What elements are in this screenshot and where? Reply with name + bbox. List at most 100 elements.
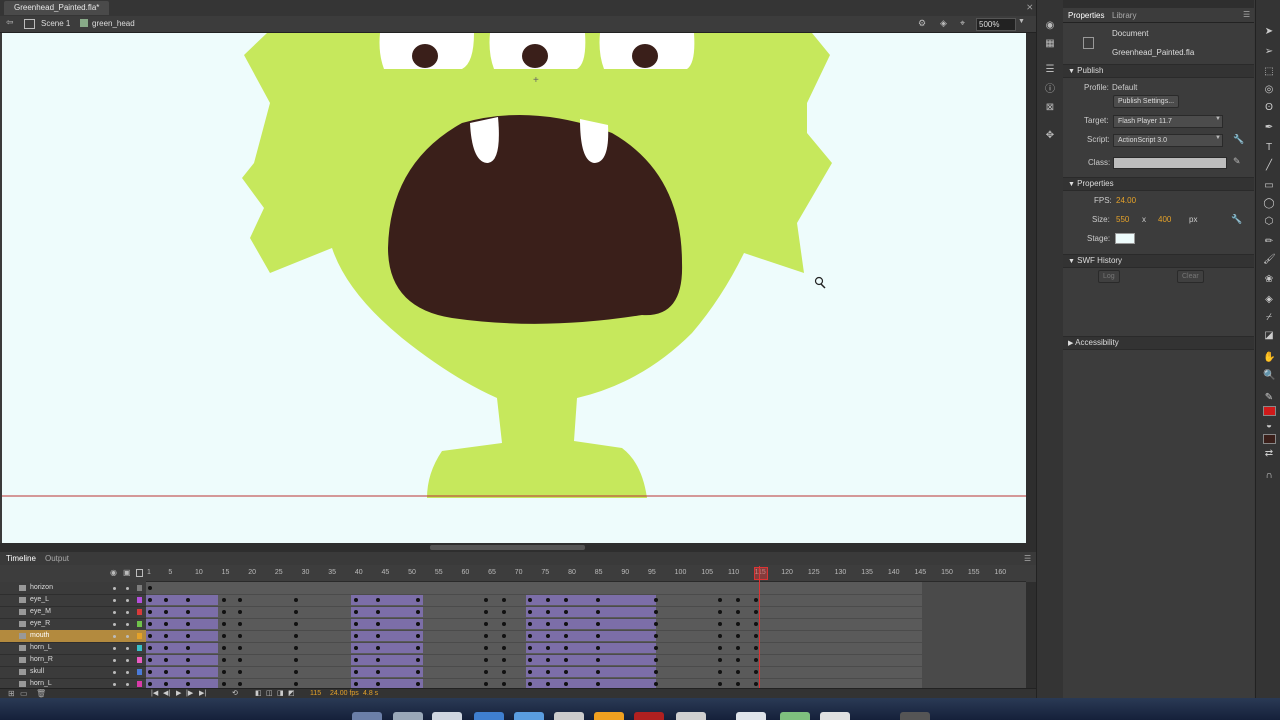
- keyframe[interactable]: [546, 610, 550, 614]
- layer-lock-toggle[interactable]: [126, 647, 129, 650]
- text-tool-icon[interactable]: T: [1263, 142, 1275, 154]
- keyframe[interactable]: [416, 670, 420, 674]
- keyframe[interactable]: [238, 658, 242, 662]
- keyframe[interactable]: [596, 646, 600, 650]
- dock-icon-finder[interactable]: [352, 712, 382, 720]
- stroke-color-icon[interactable]: ✎: [1263, 392, 1275, 404]
- keyframe[interactable]: [546, 598, 550, 602]
- keyframe[interactable]: [186, 646, 190, 650]
- chevron-down-icon[interactable]: ▼: [1215, 116, 1221, 122]
- layer-visibility-toggle[interactable]: [113, 611, 116, 614]
- keyframe[interactable]: [736, 646, 740, 650]
- keyframe[interactable]: [484, 670, 488, 674]
- 3d-rotation-tool-icon[interactable]: ◎: [1263, 84, 1275, 96]
- keyframe[interactable]: [528, 646, 532, 650]
- tween-span[interactable]: [146, 655, 218, 665]
- polystar-tool-icon[interactable]: ⬡: [1263, 216, 1275, 228]
- tween-span[interactable]: [146, 595, 218, 605]
- keyframe[interactable]: [222, 622, 226, 626]
- keyframe[interactable]: [528, 670, 532, 674]
- keyframe[interactable]: [564, 670, 568, 674]
- keyframe[interactable]: [484, 598, 488, 602]
- script-select[interactable]: ActionScript 3.0: [1113, 134, 1223, 147]
- keyframe[interactable]: [222, 646, 226, 650]
- keyframe[interactable]: [164, 658, 168, 662]
- playhead[interactable]: [759, 566, 760, 688]
- keyframe[interactable]: [502, 682, 506, 686]
- line-tool-icon[interactable]: ╱: [1263, 160, 1275, 172]
- keyframe[interactable]: [718, 646, 722, 650]
- keyframe[interactable]: [528, 658, 532, 662]
- keyframe[interactable]: [376, 682, 380, 686]
- lasso-tool-icon[interactable]: ʘ: [1263, 102, 1275, 114]
- outline-icon[interactable]: [136, 569, 143, 577]
- layer-color-swatch[interactable]: [137, 597, 142, 603]
- keyframe[interactable]: [596, 658, 600, 662]
- tween-span[interactable]: [146, 631, 218, 641]
- layer-lock-toggle[interactable]: [126, 683, 129, 686]
- fps-value[interactable]: 24.00: [1116, 196, 1136, 205]
- dock-icon-text[interactable]: [820, 712, 850, 720]
- keyframe[interactable]: [238, 634, 242, 638]
- keyframe[interactable]: [484, 646, 488, 650]
- keyframe[interactable]: [222, 610, 226, 614]
- stage-vertical-scrollbar[interactable]: [1026, 33, 1036, 543]
- tab-library[interactable]: Library: [1112, 10, 1136, 22]
- keyframe[interactable]: [354, 646, 358, 650]
- keyframe[interactable]: [416, 646, 420, 650]
- tween-span[interactable]: [351, 667, 423, 677]
- oval-tool-icon[interactable]: ◯: [1263, 198, 1275, 210]
- panel-menu-icon[interactable]: ☰: [1243, 10, 1250, 19]
- keyframe[interactable]: [416, 682, 420, 686]
- keyframe[interactable]: [564, 658, 568, 662]
- panel-menu-icon[interactable]: ☰: [1024, 554, 1031, 563]
- layer-lock-toggle[interactable]: [126, 635, 129, 638]
- subselection-tool-icon[interactable]: ➢: [1263, 46, 1275, 58]
- snap-icon[interactable]: ∩: [1263, 470, 1275, 482]
- keyframe[interactable]: [718, 622, 722, 626]
- keyframe[interactable]: [186, 634, 190, 638]
- keyframe[interactable]: [238, 682, 242, 686]
- stage-canvas[interactable]: +: [2, 33, 1026, 543]
- keyframe[interactable]: [596, 682, 600, 686]
- keyframe[interactable]: [502, 646, 506, 650]
- layer-lock-toggle[interactable]: [126, 659, 129, 662]
- layer-color-swatch[interactable]: [137, 657, 142, 663]
- keyframe[interactable]: [186, 622, 190, 626]
- eyedropper-tool-icon[interactable]: ⌿: [1263, 312, 1275, 324]
- keyframe[interactable]: [294, 658, 298, 662]
- keyframe[interactable]: [502, 658, 506, 662]
- document-tab[interactable]: Greenhead_Painted.fla*: [4, 1, 110, 15]
- keyframe[interactable]: [754, 610, 758, 614]
- dock-icon-spreadsheet[interactable]: [780, 712, 810, 720]
- clear-button[interactable]: Clear: [1177, 270, 1204, 283]
- keyframe[interactable]: [238, 610, 242, 614]
- eye-visibility-icon[interactable]: ◉: [110, 568, 117, 577]
- wrench-icon[interactable]: 🔧: [1233, 134, 1244, 145]
- keyframe[interactable]: [238, 670, 242, 674]
- keyframe[interactable]: [164, 682, 168, 686]
- keyframe[interactable]: [754, 646, 758, 650]
- keyframe[interactable]: [148, 634, 152, 638]
- dock-icon-mail[interactable]: [432, 712, 462, 720]
- swap-colors-icon[interactable]: ⇄: [1263, 448, 1275, 460]
- layer-visibility-toggle[interactable]: [113, 635, 116, 638]
- dock-icon-app[interactable]: [514, 712, 544, 720]
- keyframe[interactable]: [484, 682, 488, 686]
- keyframe[interactable]: [294, 634, 298, 638]
- tween-span[interactable]: [146, 667, 218, 677]
- align-panel-icon[interactable]: ☰: [1044, 64, 1056, 76]
- keyframe[interactable]: [502, 598, 506, 602]
- section-swf-history[interactable]: ▼ SWF History: [1063, 254, 1254, 268]
- keyframe[interactable]: [484, 610, 488, 614]
- back-arrow-icon[interactable]: ⇦: [6, 17, 14, 28]
- keyframe[interactable]: [354, 598, 358, 602]
- color-panel-icon[interactable]: ◉: [1044, 20, 1056, 32]
- keyframe[interactable]: [148, 670, 152, 674]
- keyframe[interactable]: [528, 622, 532, 626]
- layer-lock-toggle[interactable]: [126, 671, 129, 674]
- keyframe[interactable]: [164, 598, 168, 602]
- tween-span[interactable]: [146, 679, 218, 688]
- keyframe[interactable]: [164, 646, 168, 650]
- keyframe[interactable]: [654, 622, 658, 626]
